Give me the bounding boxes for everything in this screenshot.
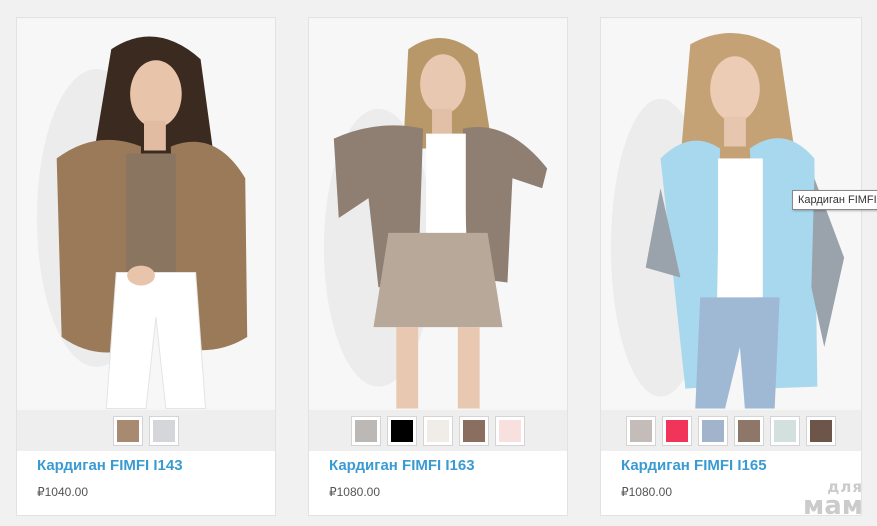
model-photo-1 <box>17 19 275 409</box>
product-card-3: Кардиган FIMFI I165 ₽1080.00 <box>600 17 862 516</box>
color-swatch[interactable] <box>495 415 525 446</box>
product-price-1: ₽1040.00 <box>37 485 89 499</box>
watermark-line-2: мам <box>802 490 863 521</box>
product-image-2[interactable] <box>309 18 567 410</box>
product-name-link-1[interactable]: Кардиган FIMFI I143 <box>37 457 183 474</box>
product-name-link-2[interactable]: Кардиган FIMFI I163 <box>329 457 475 474</box>
color-swatch[interactable] <box>459 415 489 446</box>
color-swatch[interactable] <box>113 415 143 446</box>
color-swatch[interactable] <box>662 415 692 446</box>
color-swatches-2 <box>309 410 567 451</box>
color-swatch[interactable] <box>734 415 764 446</box>
color-swatches-3 <box>601 410 861 451</box>
color-swatch[interactable] <box>351 415 381 446</box>
site-watermark: для мам <box>802 480 863 521</box>
product-image-3[interactable] <box>601 18 861 410</box>
model-photo-3 <box>601 19 861 409</box>
product-price-2: ₽1080.00 <box>329 485 381 499</box>
product-price-3: ₽1080.00 <box>621 485 673 499</box>
product-card-2: Кардиган FIMFI I163 ₽1080.00 <box>308 17 568 516</box>
product-name-link-3[interactable]: Кардиган FIMFI I165 <box>621 457 767 474</box>
color-swatch[interactable] <box>387 415 417 446</box>
color-swatches-1 <box>17 410 275 451</box>
color-swatch[interactable] <box>626 415 656 446</box>
model-photo-2 <box>309 19 567 409</box>
hover-tooltip: Кардиган FIMFI <box>792 190 877 210</box>
product-card-1: Кардиган FIMFI I143 ₽1040.00 <box>16 17 276 516</box>
color-swatch[interactable] <box>698 415 728 446</box>
color-swatch[interactable] <box>770 415 800 446</box>
color-swatch[interactable] <box>149 415 179 446</box>
color-swatch[interactable] <box>806 415 836 446</box>
product-image-1[interactable] <box>17 18 275 410</box>
color-swatch[interactable] <box>423 415 453 446</box>
